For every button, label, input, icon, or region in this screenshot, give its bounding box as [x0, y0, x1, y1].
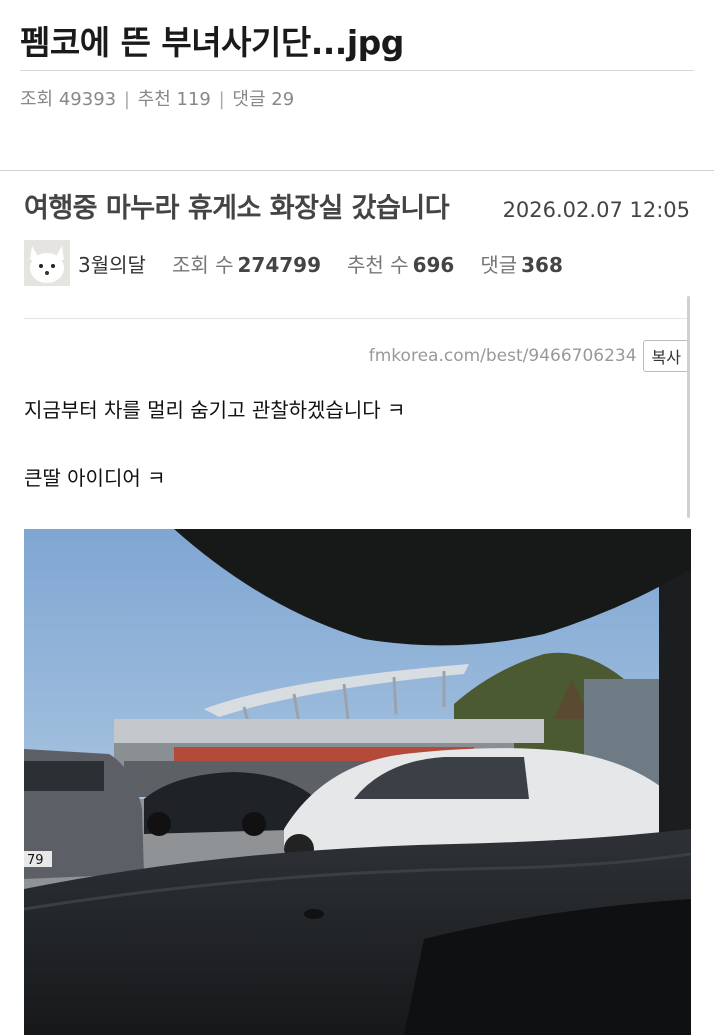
- views-label: 조회 수: [171, 252, 234, 277]
- post-paragraph: 큰딸 아이디어 ㅋ: [24, 466, 166, 490]
- post-body: 지금부터 차를 멀리 숨기고 관찰하겠습니다 ㅋ 큰딸 아이디어 ㅋ: [24, 396, 405, 492]
- fox-avatar-icon: [24, 240, 70, 286]
- separator: |: [123, 89, 130, 110]
- section-divider: [0, 170, 714, 171]
- outer-comments: 댓글 29: [232, 89, 295, 110]
- author-row: 3월의달 조회 수 274799 추천 수 696 댓글 368: [24, 240, 589, 286]
- scrollbar[interactable]: [687, 296, 690, 518]
- outer-header: 펨코에 뜬 부녀사기단...jpg 조회 49393 | 추천 119 | 댓글…: [0, 0, 714, 115]
- avatar[interactable]: [24, 240, 70, 286]
- divider: [24, 318, 690, 319]
- comments-label: 댓글: [480, 252, 518, 277]
- page-title: 펨코에 뜬 부녀사기단...jpg: [20, 23, 404, 62]
- post-photo: 79: [24, 529, 691, 1035]
- recommend-label: 추천 수: [347, 252, 409, 277]
- source-url[interactable]: fmkorea.com/best/9466706234: [369, 346, 637, 366]
- separator: |: [218, 89, 225, 110]
- license-plate: 79: [27, 853, 44, 868]
- rest-stop-photo: 79: [24, 529, 691, 1035]
- comments-stat: 댓글 368: [480, 249, 563, 278]
- outer-views: 조회 49393: [20, 89, 117, 110]
- outer-meta: 조회 49393 | 추천 119 | 댓글 29: [20, 71, 694, 115]
- post-date: 2026.02.07 12:05: [502, 198, 690, 222]
- recommend-stat: 추천 수 696: [347, 249, 454, 278]
- post-title[interactable]: 여행중 마누라 휴게소 화장실 갔습니다: [24, 186, 450, 225]
- views-value: 274799: [237, 252, 322, 277]
- author-name[interactable]: 3월의달: [78, 249, 146, 278]
- post-paragraph: 지금부터 차를 멀리 숨기고 관찰하겠습니다 ㅋ: [24, 398, 406, 422]
- comments-value: 368: [521, 252, 563, 277]
- source-row: fmkorea.com/best/9466706234 복사: [24, 340, 690, 372]
- copy-button[interactable]: 복사: [642, 340, 690, 372]
- outer-recommend: 추천 119: [137, 89, 211, 110]
- views-stat: 조회 수 274799: [172, 249, 321, 278]
- recommend-value: 696: [412, 252, 455, 277]
- post-header: 여행중 마누라 휴게소 화장실 갔습니다 2026.02.07 12:05: [24, 186, 690, 225]
